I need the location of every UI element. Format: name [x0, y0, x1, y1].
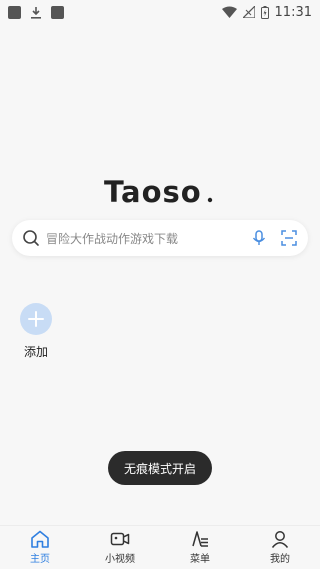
bottom-nav: 主页 小视频 菜单 我的 — [0, 525, 320, 569]
wifi-icon — [221, 6, 237, 18]
status-left — [8, 5, 64, 19]
menu-icon — [192, 531, 208, 547]
status-right: 11:31 — [221, 4, 312, 20]
taoso-logo: Taoso — [104, 175, 216, 209]
nav-label-video: 小视频 — [105, 554, 135, 565]
plus-icon — [28, 311, 44, 327]
scan-icon[interactable] — [280, 229, 298, 247]
nav-item-home[interactable]: 主页 — [0, 530, 80, 565]
nav-item-video[interactable]: 小视频 — [80, 530, 160, 565]
incognito-toast: 无痕模式开启 — [108, 451, 212, 485]
video-icon — [110, 532, 130, 546]
battery-charging-icon — [260, 5, 269, 19]
nav-label-profile: 我的 — [270, 554, 290, 565]
search-icon — [22, 229, 40, 247]
nav-label-menu: 菜单 — [190, 554, 210, 565]
add-circle[interactable] — [20, 303, 52, 335]
search-bar[interactable]: 冒险大作战动作游戏下载 — [12, 220, 308, 256]
nav-item-menu[interactable]: 菜单 — [160, 530, 240, 565]
status-bar: 11:31 — [0, 0, 320, 24]
download-icon — [30, 6, 42, 19]
add-shortcut-label: 添加 — [23, 345, 48, 359]
add-shortcut-button[interactable]: 添加 — [18, 303, 54, 360]
search-input[interactable]: 冒险大作战动作游戏下载 — [46, 230, 250, 247]
profile-icon — [271, 531, 289, 548]
app-notification-icon — [8, 5, 21, 19]
nav-item-profile[interactable]: 我的 — [240, 530, 320, 565]
app-notification-icon — [51, 5, 64, 19]
no-signal-icon — [242, 6, 255, 18]
nav-label-home: 主页 — [30, 554, 50, 565]
microphone-icon[interactable] — [250, 229, 268, 247]
home-icon — [31, 530, 49, 548]
svg-text:Taoso: Taoso — [104, 175, 202, 209]
clock: 11:31 — [274, 4, 312, 20]
